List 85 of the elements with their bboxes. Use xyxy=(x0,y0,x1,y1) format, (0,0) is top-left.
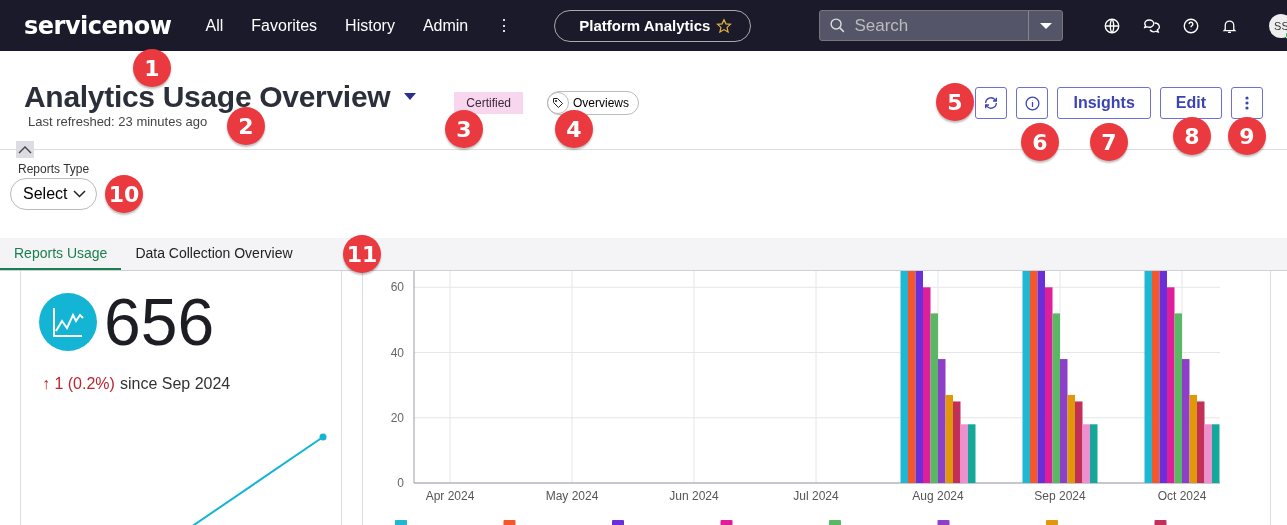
nav-menu-item[interactable]: Favorites xyxy=(239,12,330,39)
nav-menu-item[interactable]: History xyxy=(333,12,407,39)
comparison-text: since Sep 2024 xyxy=(119,375,231,393)
step-number-badge: 4 xyxy=(555,110,593,148)
axis-label: May 2024 xyxy=(545,489,599,503)
axis-label: 60 xyxy=(390,280,404,295)
refresh-button[interactable] xyxy=(975,87,1008,119)
action-button[interactable]: Insights xyxy=(1057,87,1151,119)
legend-swatch[interactable] xyxy=(1046,520,1058,525)
bar[interactable] xyxy=(1144,271,1152,483)
refresh-time-text: Last refreshed: 23 minutes ago xyxy=(28,114,208,129)
nav-menu-item[interactable]: Admin xyxy=(410,12,481,39)
bar[interactable] xyxy=(1037,271,1045,483)
axis-label: 20 xyxy=(390,410,404,425)
axis-label: Oct 2024 xyxy=(1157,489,1207,503)
tab[interactable]: Reports Usage xyxy=(0,238,122,270)
tab[interactable]: Data Collection Overview xyxy=(121,238,307,270)
action-button[interactable]: Edit xyxy=(1159,87,1222,119)
caret-icon[interactable] xyxy=(404,93,417,101)
legend-swatch[interactable] xyxy=(937,520,950,525)
legend-swatch[interactable] xyxy=(395,520,407,525)
certified-badge: Certified xyxy=(454,92,523,114)
filter-label: Reports Type xyxy=(18,162,90,176)
search-input[interactable]: Search xyxy=(852,14,1029,37)
axis-label: Jun 2024 xyxy=(669,489,719,503)
step-number-badge: 5 xyxy=(936,83,974,121)
select-dropdown[interactable]: Select xyxy=(10,178,98,210)
bar[interactable] xyxy=(968,424,976,483)
axis-label: 0 xyxy=(397,476,404,490)
axis-label: Aug 2024 xyxy=(912,489,964,503)
bar[interactable] xyxy=(900,271,908,483)
axis-label: Jul 2024 xyxy=(793,489,839,503)
change-text: ↑ 1 (0.2%) xyxy=(42,375,115,393)
axis-label: Apr 2024 xyxy=(425,489,475,503)
more-menu-button[interactable]: ⋮ xyxy=(484,12,525,39)
step-number-badge: 9 xyxy=(1228,117,1266,155)
info-icon xyxy=(1023,94,1041,112)
step-number-badge: 1 xyxy=(133,49,171,87)
star-icon[interactable] xyxy=(716,17,733,34)
help-icon[interactable] xyxy=(1182,16,1201,35)
bar[interactable] xyxy=(908,271,916,483)
search-icon xyxy=(829,17,847,34)
legend-swatch[interactable] xyxy=(612,520,624,525)
axis-label: Sep 2024 xyxy=(1034,489,1086,503)
info-button[interactable] xyxy=(1016,87,1049,119)
step-number-badge: 7 xyxy=(1090,123,1128,161)
legend-swatch[interactable] xyxy=(1154,520,1167,525)
bar[interactable] xyxy=(1075,401,1083,483)
bar[interactable] xyxy=(1182,359,1190,483)
more-icon xyxy=(1245,96,1249,110)
bar[interactable] xyxy=(923,287,931,483)
bar[interactable] xyxy=(915,271,923,483)
collapse-button[interactable] xyxy=(16,141,34,158)
globe-icon[interactable] xyxy=(1103,16,1122,35)
step-number-badge: 6 xyxy=(1021,123,1059,161)
nav-menu-item[interactable]: All xyxy=(193,12,236,39)
more-options-button[interactable] xyxy=(1231,87,1263,119)
servicenow-logo[interactable]: servicenow xyxy=(24,11,172,40)
bar[interactable] xyxy=(1030,271,1038,483)
bar[interactable] xyxy=(1060,359,1068,483)
bar[interactable] xyxy=(1212,424,1220,483)
legend-swatch[interactable] xyxy=(829,520,841,525)
axis-label: 40 xyxy=(390,345,404,360)
bar[interactable] xyxy=(1197,401,1205,483)
search-field[interactable]: Search xyxy=(819,10,1064,41)
chevron-down-icon xyxy=(73,190,87,198)
tag-label: Overviews xyxy=(573,96,630,110)
step-number-badge: 8 xyxy=(1173,117,1211,155)
bar[interactable] xyxy=(1159,271,1167,483)
legend-swatch[interactable] xyxy=(720,520,733,525)
step-number-badge: 10 xyxy=(105,175,143,213)
trend-chart-icon xyxy=(39,293,97,351)
bar[interactable] xyxy=(1090,424,1098,483)
refresh-icon xyxy=(983,95,1000,111)
bar[interactable] xyxy=(953,401,961,483)
step-number-badge: 3 xyxy=(445,110,483,148)
kpi-value: 656 xyxy=(104,289,215,355)
bar[interactable] xyxy=(1045,287,1053,483)
bar[interactable] xyxy=(1022,271,1030,483)
step-number-badge: 11 xyxy=(343,235,381,273)
legend-swatch[interactable] xyxy=(503,520,516,525)
bar[interactable] xyxy=(1167,287,1175,483)
bar[interactable] xyxy=(938,359,946,483)
bar[interactable] xyxy=(1152,271,1160,483)
chat-icon[interactable] xyxy=(1142,16,1162,35)
